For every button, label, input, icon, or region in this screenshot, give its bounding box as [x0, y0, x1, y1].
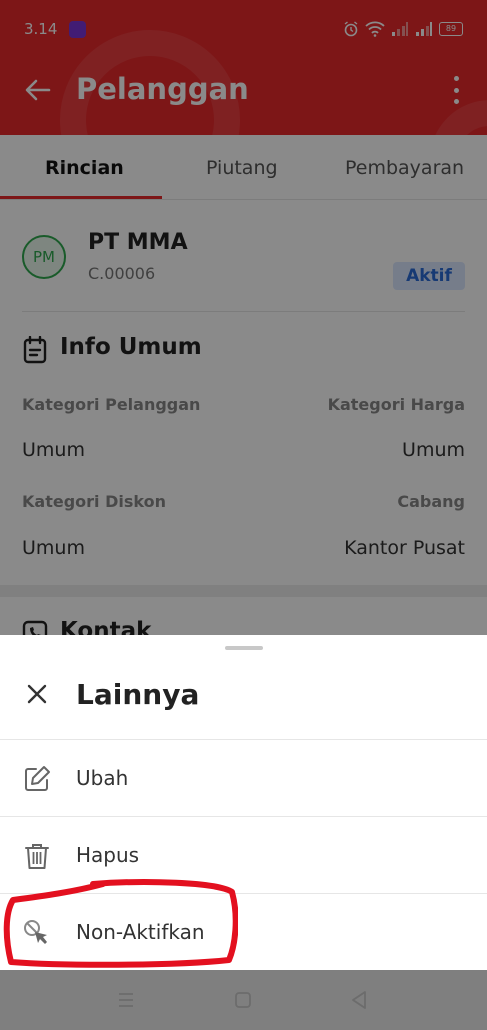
- system-navigation-bar: [0, 970, 487, 1030]
- back-icon[interactable]: [347, 988, 371, 1012]
- trash-icon: [25, 844, 49, 869]
- home-icon[interactable]: [231, 988, 255, 1012]
- menu-item-label: Hapus: [76, 843, 140, 867]
- close-icon[interactable]: [22, 679, 52, 709]
- sheet-title: Lainnya: [76, 678, 200, 711]
- annotation-highlight: [3, 879, 238, 968]
- menu-item-ubah[interactable]: Ubah: [0, 740, 487, 816]
- drag-handle[interactable]: [225, 646, 263, 650]
- edit-icon: [25, 766, 50, 791]
- menu-icon[interactable]: [114, 988, 138, 1012]
- menu-item-label: Ubah: [76, 766, 129, 790]
